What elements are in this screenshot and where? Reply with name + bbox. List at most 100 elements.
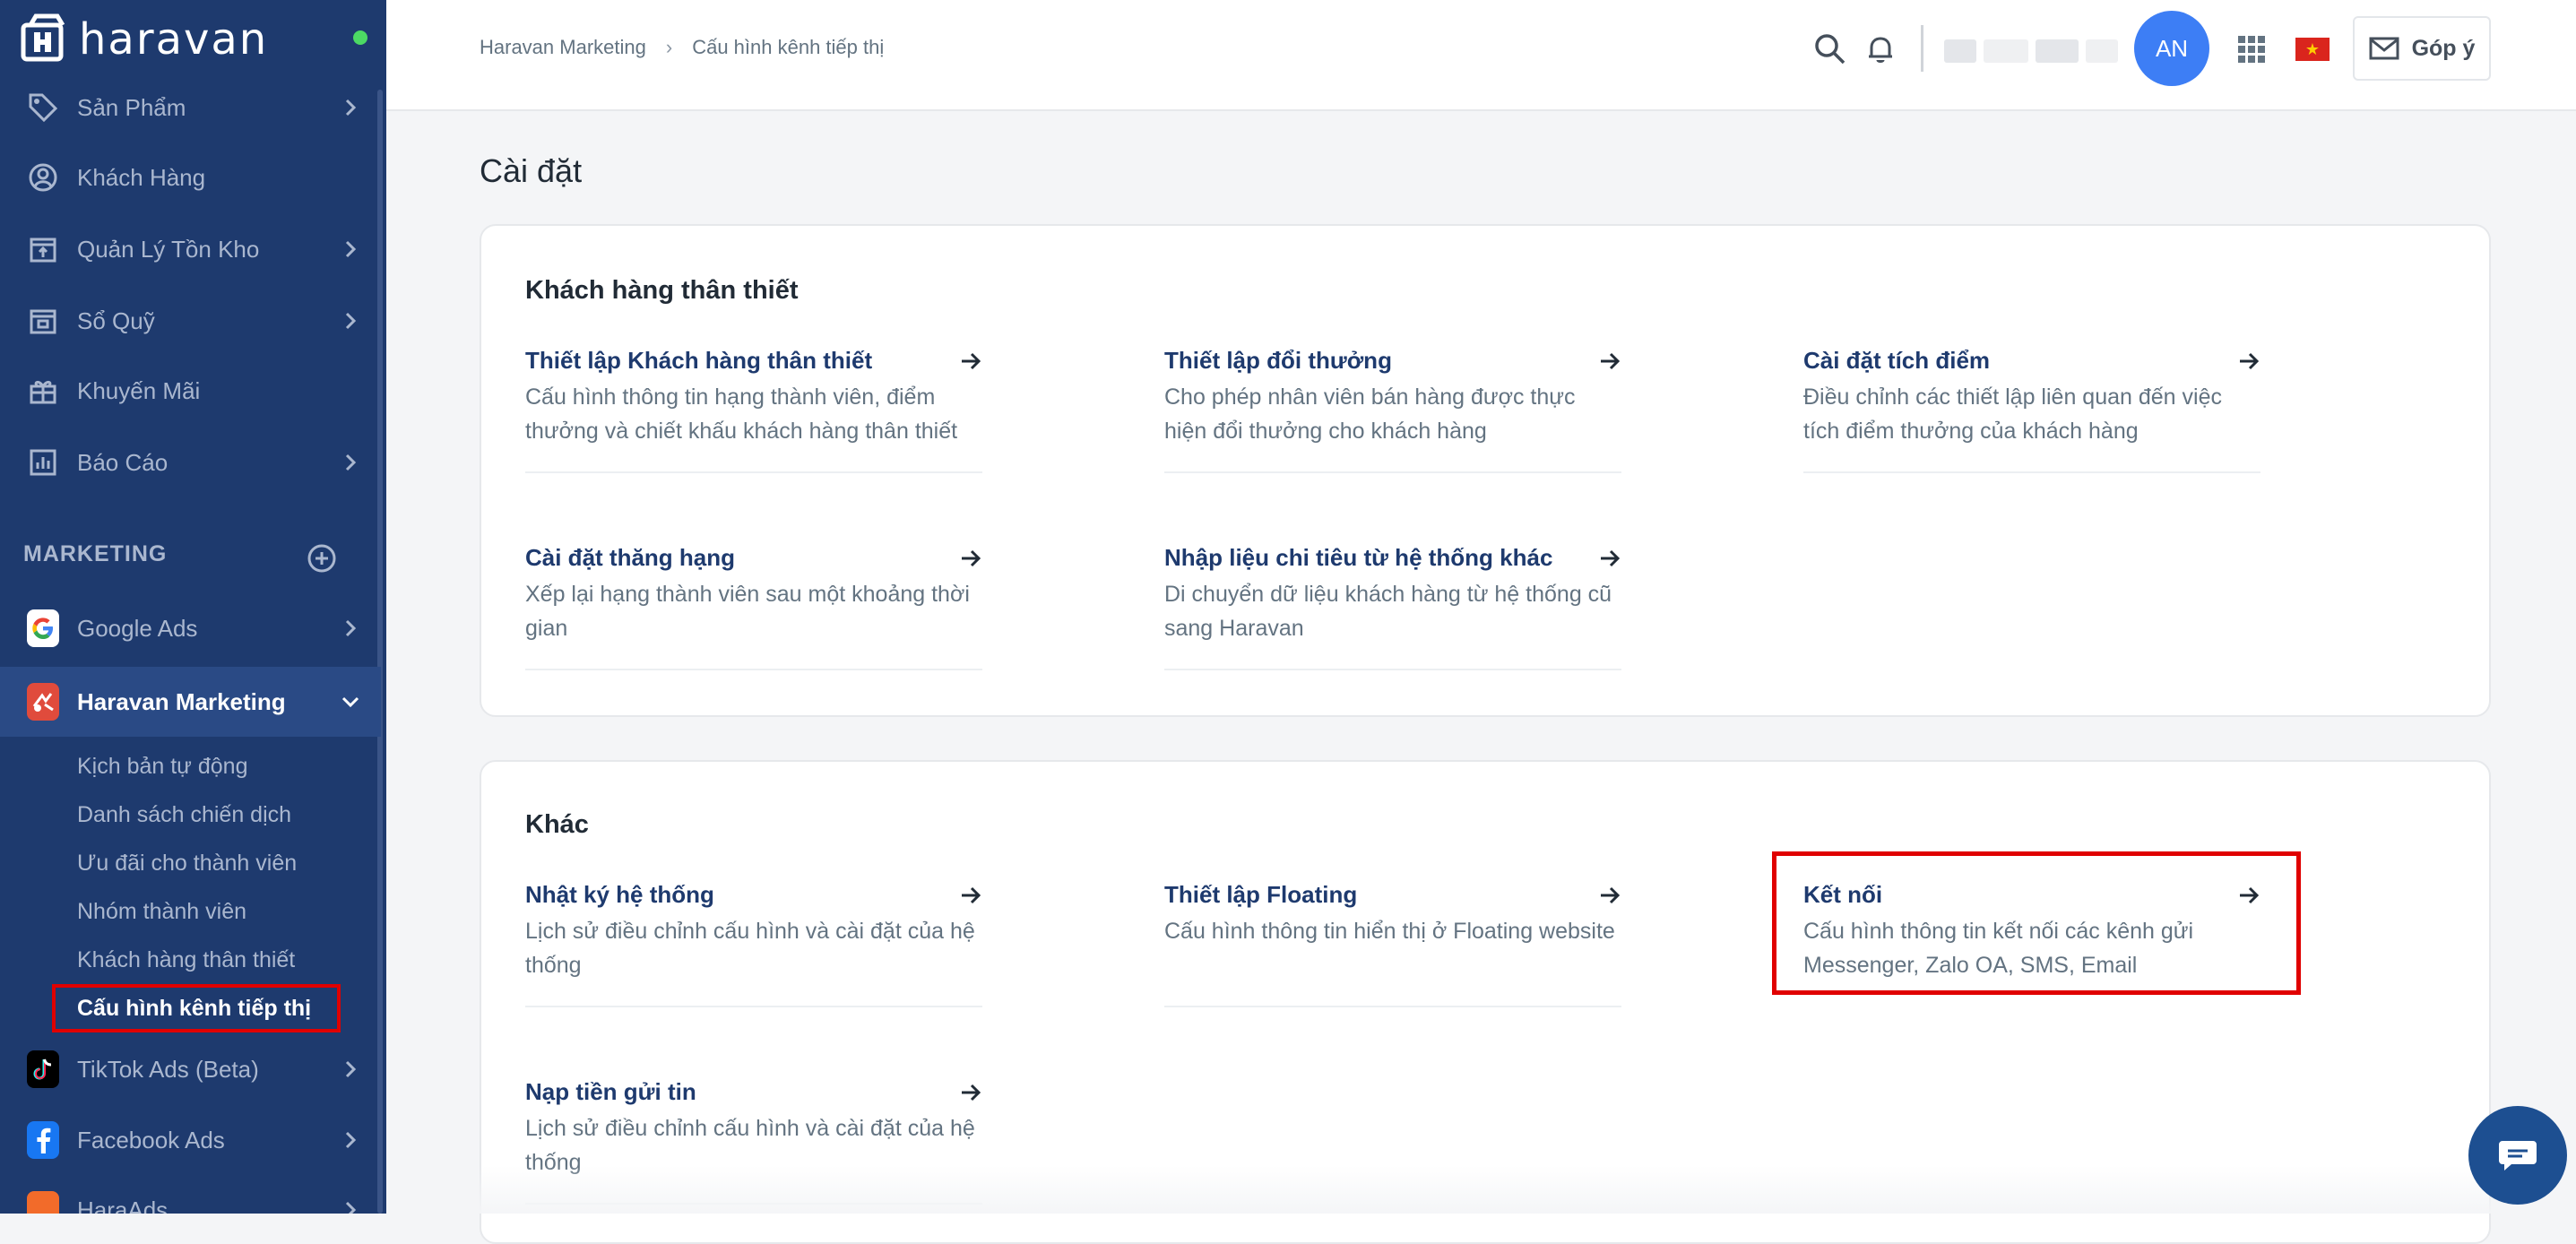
breadcrumb-separator-icon: ›	[665, 36, 673, 58]
sidebar-item-khach-hang[interactable]: Khách Hàng	[0, 151, 381, 204]
config-item-title: Thiết lập Floating	[1164, 881, 1358, 908]
config-item-title: Nhật ký hệ thống	[525, 881, 714, 908]
breadcrumb: Haravan Marketing › Cấu hình kênh tiếp t…	[480, 36, 884, 59]
scroll-fade	[386, 1165, 2576, 1214]
topbar-divider	[1921, 25, 1923, 72]
config-item-desc: Cho phép nhân viên bán hàng được thực hi…	[1164, 384, 1576, 444]
arrow-right-icon	[962, 549, 981, 567]
avatar[interactable]: AN	[2134, 11, 2209, 86]
config-item-desc: Di chuyển dữ liệu khách hàng từ hệ thống…	[1164, 582, 1612, 641]
chevron-right-icon	[345, 619, 357, 637]
breadcrumb-item-current: Cấu hình kênh tiếp thị	[692, 36, 885, 58]
chevron-down-icon	[341, 696, 359, 708]
feedback-button[interactable]: Góp ý	[2353, 16, 2491, 81]
apps-grid-icon[interactable]	[2233, 30, 2270, 68]
config-item-floating-setup[interactable]: Thiết lập Floating Cấu hình thông tin hi…	[1164, 878, 1621, 1007]
chevron-right-icon	[345, 1201, 357, 1214]
chevron-right-icon	[345, 312, 357, 330]
sidebar-item-khuyen-mai[interactable]: Khuyến Mãi	[0, 364, 381, 418]
haravan-marketing-icon-wrap	[27, 683, 59, 721]
google-icon	[27, 609, 59, 647]
facebook-icon	[27, 1121, 59, 1159]
chevron-right-icon	[345, 240, 357, 258]
sub-item-khach-hang-than-thiet[interactable]: Khách hàng thân thiết	[77, 947, 295, 973]
breadcrumb-item-haravan-marketing[interactable]: Haravan Marketing	[480, 36, 646, 59]
chevron-right-icon	[345, 454, 357, 471]
config-item-points-setup[interactable]: Cài đặt tích điểm Điều chỉnh các thiết l…	[1803, 344, 2260, 473]
page-title: Cài đặt	[480, 152, 583, 189]
config-item-title: Nhập liệu chi tiêu từ hệ thống khác	[1164, 544, 1553, 571]
sidebar: haravan Sản Phẩm Khách Hàng Quản Lý Tồn …	[0, 0, 386, 1214]
sidebar-item-label: Haravan Marketing	[77, 687, 286, 715]
arrow-right-icon	[1601, 352, 1621, 370]
chevron-right-icon	[345, 99, 357, 117]
config-item-import-spending[interactable]: Nhập liệu chi tiêu từ hệ thống khác Di c…	[1164, 541, 1621, 670]
tiktok-icon-wrap	[27, 1050, 59, 1088]
sub-item-danh-sach-chien-dich[interactable]: Danh sách chiến dịch	[77, 802, 291, 828]
config-item-tier-upgrade[interactable]: Cài đặt thăng hạng Xếp lại hạng thành vi…	[525, 541, 982, 670]
cashbook-icon	[27, 305, 59, 337]
haravan-logo-icon	[21, 13, 65, 62]
config-item-desc: Cấu hình thông tin hiển thị ở Floating w…	[1164, 919, 1615, 944]
sidebar-item-tiktok-ads[interactable]: TikTok Ads (Beta)	[0, 1042, 381, 1096]
haravan-marketing-icon	[27, 683, 59, 721]
warehouse-icon	[27, 233, 59, 265]
config-item-desc: Lịch sử điều chỉnh cấu hình và cài đặt c…	[525, 919, 975, 978]
vietnam-flag-icon[interactable]: ★	[2295, 38, 2330, 61]
gift-icon	[27, 375, 59, 407]
add-channel-icon[interactable]	[307, 543, 337, 574]
haraads-icon-wrap	[27, 1191, 59, 1214]
sidebar-item-label: HaraAds	[77, 1196, 169, 1214]
config-item-system-log[interactable]: Nhật ký hệ thống Lịch sử điều chỉnh cấu …	[525, 878, 982, 1007]
sidebar-item-haraads[interactable]: HaraAds	[0, 1183, 381, 1214]
sub-item-kich-ban-tu-dong[interactable]: Kịch bản tự động	[77, 754, 247, 780]
sidebar-item-san-pham[interactable]: Sản Phẩm	[0, 81, 381, 134]
sub-item-uu-dai-thanh-vien[interactable]: Ưu đãi cho thành viên	[77, 851, 297, 877]
section-title: Khách hàng thân thiết	[525, 276, 799, 305]
google-icon-wrap	[27, 609, 59, 647]
config-item-title: Thiết lập đổi thưởng	[1164, 347, 1392, 374]
config-item-desc: Xếp lại hạng thành viên sau một khoảng t…	[525, 582, 970, 641]
tag-icon	[27, 91, 59, 124]
arrow-right-icon	[1601, 549, 1621, 567]
config-item-title: Thiết lập Khách hàng thân thiết	[525, 347, 873, 374]
section-title: Khác	[525, 810, 589, 839]
bar-chart-icon	[27, 446, 59, 479]
sidebar-item-label: Sản Phẩm	[77, 93, 186, 121]
config-item-title: Nạp tiền gửi tin	[525, 1078, 696, 1105]
config-item-reward-redeem[interactable]: Thiết lập đổi thưởng Cho phép nhân viên …	[1164, 344, 1621, 473]
config-item-title: Cài đặt thăng hạng	[525, 544, 735, 571]
sidebar-item-label: Khuyến Mãi	[77, 376, 201, 404]
sidebar-item-so-quy[interactable]: Sổ Quỹ	[0, 294, 381, 348]
arrow-right-icon	[2240, 352, 2260, 370]
chat-bubble-icon	[2499, 1141, 2537, 1171]
sidebar-item-quan-ly-ton-kho[interactable]: Quản Lý Tồn Kho	[0, 222, 381, 276]
search-icon[interactable]	[1811, 30, 1849, 68]
sidebar-item-label: Facebook Ads	[77, 1126, 225, 1153]
sub-item-nhom-thanh-vien[interactable]: Nhóm thành viên	[77, 899, 246, 925]
arrow-right-icon	[962, 1084, 981, 1101]
highlight-box-sidebar	[52, 984, 341, 1032]
account-info-redacted	[2086, 39, 2118, 63]
facebook-icon-wrap	[27, 1121, 59, 1159]
sidebar-item-haravan-marketing[interactable]: Haravan Marketing	[0, 667, 381, 737]
sidebar-item-facebook-ads[interactable]: Facebook Ads	[0, 1113, 381, 1167]
account-info-redacted	[1944, 39, 1976, 63]
chevron-right-icon	[345, 1060, 357, 1078]
section-card-loyalty: Khách hàng thân thiết Thiết lập Khách hà…	[480, 224, 2491, 717]
sidebar-item-label: TikTok Ads (Beta)	[77, 1055, 259, 1083]
bell-icon[interactable]	[1862, 30, 1899, 68]
config-item-loyalty-setup[interactable]: Thiết lập Khách hàng thân thiết Cấu hình…	[525, 344, 982, 473]
chat-support-button[interactable]	[2468, 1106, 2567, 1205]
config-item-title: Cài đặt tích điểm	[1803, 347, 1991, 374]
config-item-desc: Điều chỉnh các thiết lập liên quan đến v…	[1803, 384, 2222, 444]
brand-logo-area[interactable]: haravan	[18, 13, 268, 66]
config-item-desc: Cấu hình thông tin hạng thành viên, điểm…	[525, 384, 958, 444]
sidebar-item-google-ads[interactable]: Google Ads	[0, 601, 381, 655]
account-info-redacted	[1984, 39, 2028, 63]
arrow-right-icon	[962, 886, 981, 904]
chevron-right-icon	[345, 1131, 357, 1149]
brand-name: haravan	[79, 14, 269, 65]
sidebar-item-label: Báo Cáo	[77, 448, 169, 476]
sidebar-item-bao-cao[interactable]: Báo Cáo	[0, 436, 381, 489]
